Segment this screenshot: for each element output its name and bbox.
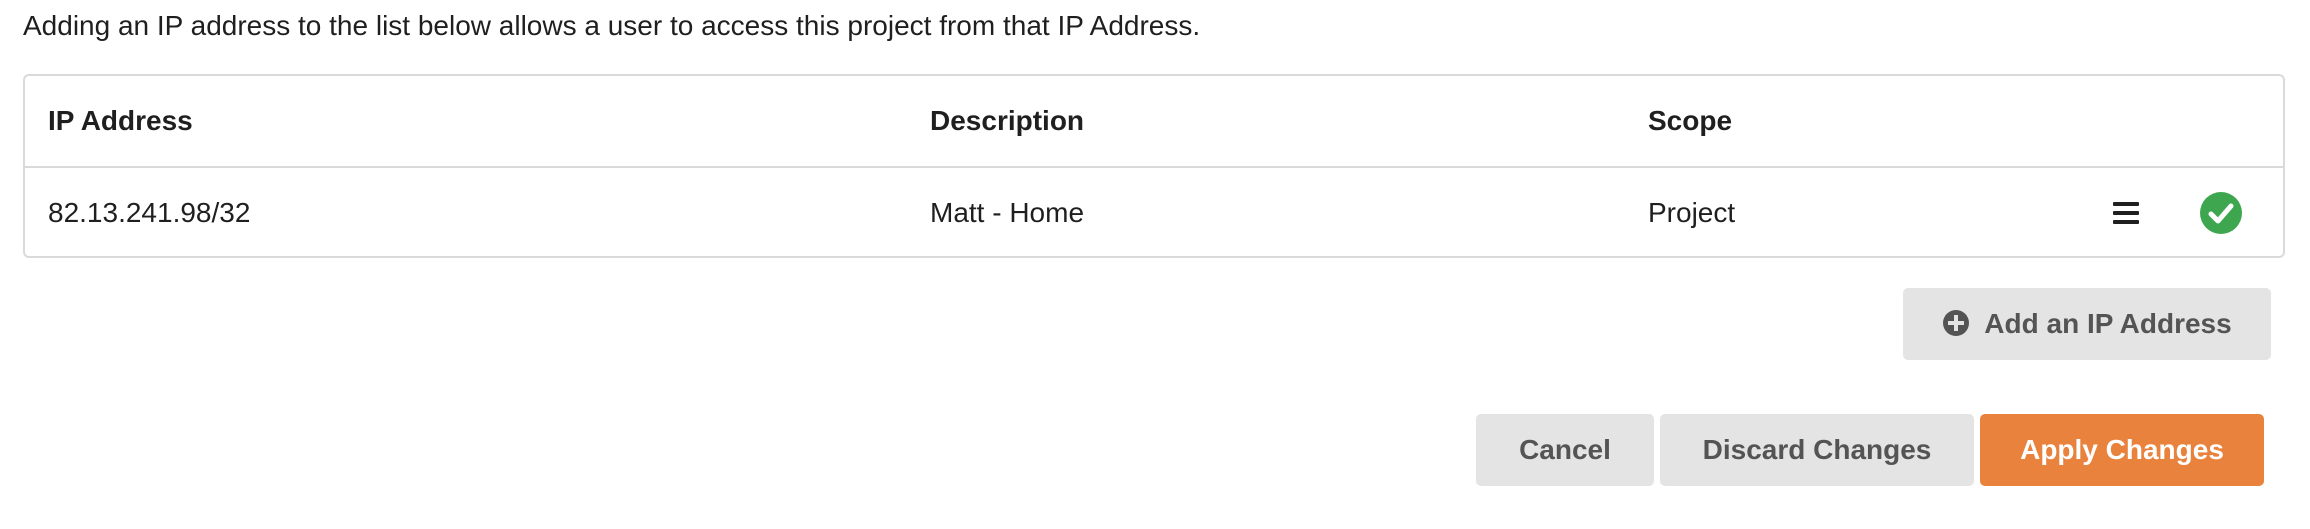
menu-icon[interactable] (2111, 198, 2141, 228)
column-header-ip-address: IP Address (48, 105, 193, 136)
table-row: 82.13.241.98/32 Matt - Home Project (25, 168, 2283, 258)
add-ip-address-label: Add an IP Address (1984, 308, 2232, 339)
column-header-scope: Scope (1648, 105, 1733, 136)
check-circle-icon[interactable] (2199, 191, 2243, 235)
cancel-button[interactable]: Cancel (1476, 414, 1654, 486)
plus-circle-icon (1942, 292, 1970, 336)
scope-cell: Project (1648, 197, 1736, 228)
add-ip-address-button[interactable]: Add an IP Address (1903, 288, 2271, 360)
intro-text: Adding an IP address to the list below a… (23, 10, 1201, 41)
discard-changes-button[interactable]: Discard Changes (1660, 414, 1974, 486)
apply-changes-button[interactable]: Apply Changes (1980, 414, 2264, 486)
column-header-description: Description (930, 105, 1085, 136)
table-header-row: IP Address Description Scope (25, 76, 2283, 168)
ip-address-cell: 82.13.241.98/32 (48, 197, 251, 228)
ip-allowlist-table: IP Address Description Scope 82.13.241.9… (23, 74, 2285, 258)
description-cell: Matt - Home (930, 197, 1085, 228)
